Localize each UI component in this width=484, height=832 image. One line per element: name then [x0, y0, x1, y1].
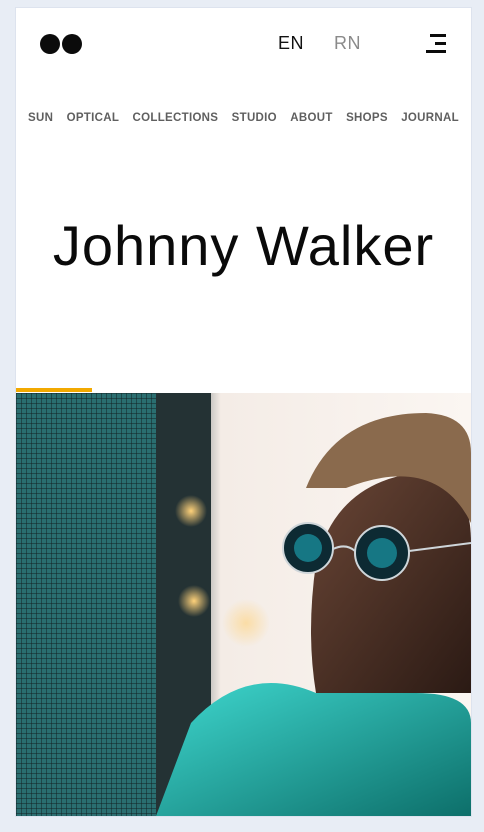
nav-item-sun[interactable]: SUN — [28, 112, 53, 124]
logo-dot-right — [62, 34, 82, 54]
logo-dot-left — [40, 34, 60, 54]
language-en[interactable]: EN — [278, 33, 304, 54]
hamburger-menu-icon[interactable] — [424, 34, 446, 54]
page-frame: EN RN SUN OPTICAL COLLECTIONS STUDIO ABO… — [16, 8, 471, 816]
nav-item-studio[interactable]: STUDIO — [232, 112, 277, 124]
page-title: Johnny Walker — [52, 214, 435, 277]
hero-photo — [16, 393, 471, 816]
nav-item-journal[interactable]: JOURNAL — [401, 112, 459, 124]
nav-item-collections[interactable]: COLLECTIONS — [133, 112, 219, 124]
main-nav: SUN OPTICAL COLLECTIONS STUDIO ABOUT SHO… — [16, 112, 471, 124]
accent-line — [16, 388, 92, 392]
logo[interactable] — [40, 34, 84, 54]
language-rn[interactable]: RN — [334, 33, 361, 54]
nav-item-about[interactable]: ABOUT — [290, 112, 332, 124]
nav-item-shops[interactable]: SHOPS — [346, 112, 388, 124]
nav-item-optical[interactable]: OPTICAL — [67, 112, 120, 124]
